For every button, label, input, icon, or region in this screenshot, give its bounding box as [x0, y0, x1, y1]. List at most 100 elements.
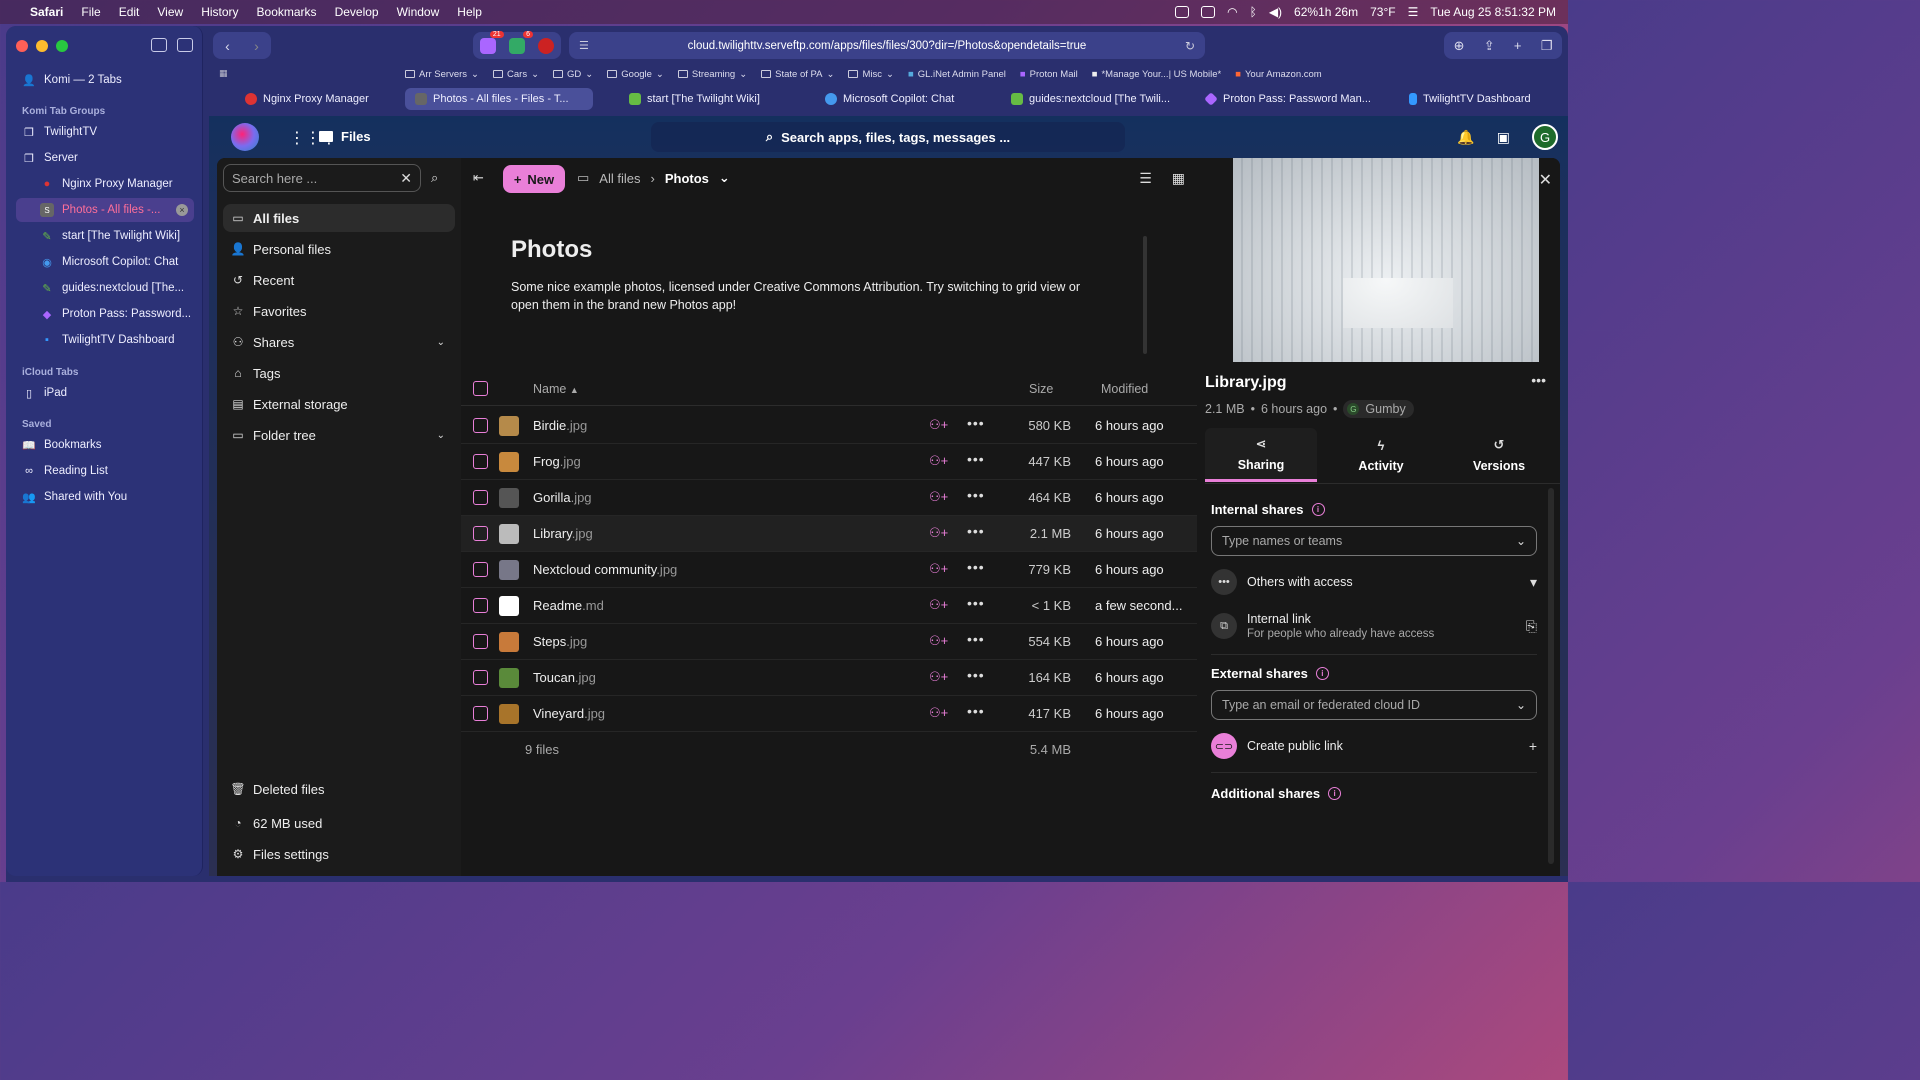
nextcloud-logo[interactable]	[231, 123, 259, 151]
file-name[interactable]: Frog.jpg	[533, 454, 581, 469]
battery-status[interactable]: 62%1h 26m	[1294, 5, 1358, 19]
favorite-glinet[interactable]: ■ GL.iNet Admin Panel	[908, 69, 1006, 80]
sidebar-tab-guides[interactable]: ✎ guides:nextcloud [The...	[16, 276, 194, 300]
create-public-link[interactable]: ⊂⊃ Create public link +	[1211, 730, 1537, 762]
reload-icon[interactable]: ↻	[1185, 39, 1195, 53]
menu-file[interactable]: File	[81, 5, 100, 19]
row-checkbox[interactable]	[473, 670, 488, 685]
tab-nginx[interactable]: Nginx Proxy Manager	[235, 88, 379, 110]
unified-search[interactable]: ⌕ Search apps, files, tags, messages ...	[651, 122, 1125, 152]
tab-sharing[interactable]: ⋖ Sharing	[1205, 428, 1317, 482]
favorite-gd[interactable]: GD ⌄	[553, 69, 593, 80]
menu-help[interactable]: Help	[457, 5, 482, 19]
share-icon[interactable]: ⚇+	[929, 453, 948, 469]
info-icon[interactable]: i	[1328, 787, 1342, 800]
chevron-down-icon[interactable]: ⌄	[437, 337, 445, 348]
share-icon[interactable]: ⚇+	[929, 525, 948, 541]
table-row[interactable]: Steps.jpg ⚇+ ••• 554 KB 6 hours ago	[461, 624, 1197, 660]
grid-view-icon[interactable]: ▦	[1172, 170, 1185, 187]
tab-overview-icon[interactable]	[151, 38, 167, 52]
tab-wiki[interactable]: start [The Twilight Wiki]	[619, 88, 770, 110]
sidebar-tab-nginx[interactable]: ● Nginx Proxy Manager	[16, 172, 194, 196]
favorite-amazon[interactable]: ■ Your Amazon.com	[1235, 69, 1322, 80]
share-icon[interactable]: ⚇+	[929, 561, 948, 577]
table-row[interactable]: Readme.md ⚇+ ••• < 1 KB a few second...	[461, 588, 1197, 624]
tab-overview-icon[interactable]: ❐	[1541, 38, 1553, 54]
chevron-down-icon[interactable]: ⌄	[437, 430, 445, 441]
share-icon[interactable]: ⚇+	[929, 417, 948, 433]
table-row[interactable]: Library.jpg ⚇+ ••• 2.1 MB 6 hours ago	[461, 516, 1197, 552]
row-checkbox[interactable]	[473, 706, 488, 721]
details-scrollbar[interactable]	[1548, 488, 1554, 864]
file-name[interactable]: Gorilla.jpg	[533, 490, 592, 505]
blocker-extension-icon[interactable]	[538, 37, 555, 54]
table-row[interactable]: Vineyard.jpg ⚇+ ••• 417 KB 6 hours ago	[461, 696, 1197, 732]
tab-group-server[interactable]: ❐ Server	[16, 146, 194, 170]
sidebar-tab-dashboard[interactable]: ▪ TwilightTV Dashboard	[16, 328, 194, 352]
file-name[interactable]: Steps.jpg	[533, 634, 587, 649]
tab-guides[interactable]: guides:nextcloud [The Twili...	[1001, 88, 1180, 110]
nav-shares[interactable]: ⚇ Shares ⌄	[223, 328, 455, 356]
files-search-input[interactable]: Search here ... ✕	[223, 164, 421, 192]
saved-shared-with-you[interactable]: 👥 Shared with You	[16, 485, 194, 509]
clear-search-icon[interactable]: ✕	[400, 170, 412, 187]
menu-develop[interactable]: Develop	[335, 5, 379, 19]
table-row[interactable]: Frog.jpg ⚇+ ••• 447 KB 6 hours ago	[461, 444, 1197, 480]
column-modified[interactable]: Modified	[1101, 382, 1148, 396]
more-actions-icon[interactable]: •••	[967, 487, 985, 503]
file-name[interactable]: Toucan.jpg	[533, 670, 596, 685]
clipboard-extension-icon[interactable]: 6	[508, 30, 533, 54]
favorite-streaming[interactable]: Streaming ⌄	[677, 69, 747, 80]
sidebar-tab-proton[interactable]: ◆ Proton Pass: Password...	[16, 302, 194, 326]
back-icon[interactable]: ‹	[225, 38, 230, 54]
more-actions-icon[interactable]: •••	[967, 703, 985, 719]
weather-status[interactable]: 73°F	[1370, 5, 1395, 19]
table-row[interactable]: Gorilla.jpg ⚇+ ••• 464 KB 6 hours ago	[461, 480, 1197, 516]
clipboard-icon[interactable]	[1201, 6, 1216, 18]
tab-proton-pass[interactable]: Proton Pass: Password Man...	[1195, 88, 1381, 110]
saved-bookmarks[interactable]: 📖 Bookmarks	[16, 433, 194, 457]
share-icon[interactable]: ⚇+	[929, 669, 948, 685]
nav-recent[interactable]: ↺ Recent	[223, 266, 455, 294]
column-size[interactable]: Size	[1029, 382, 1053, 396]
more-actions-icon[interactable]: •••	[1531, 372, 1546, 388]
favorite-us-mobile[interactable]: ■ *Manage Your...| US Mobile*	[1092, 69, 1221, 80]
search-icon[interactable]: ⌕	[431, 170, 438, 186]
zoom-window-button[interactable]	[56, 40, 68, 52]
file-name[interactable]: Nextcloud community.jpg	[533, 562, 677, 577]
share-icon[interactable]: ⚇+	[929, 633, 948, 649]
more-actions-icon[interactable]: •••	[967, 523, 985, 539]
more-actions-icon[interactable]: •••	[967, 559, 985, 575]
file-name[interactable]: Readme.md	[533, 598, 604, 613]
nav-tags[interactable]: ⌂ Tags	[223, 359, 455, 387]
nav-external-storage[interactable]: ▤ External storage	[223, 390, 455, 418]
tab-group-twilighttv[interactable]: ❐ TwilightTV	[16, 120, 194, 144]
file-name[interactable]: Library.jpg	[533, 526, 593, 541]
file-name[interactable]: Vineyard.jpg	[533, 706, 605, 721]
menu-edit[interactable]: Edit	[119, 5, 140, 19]
nav-personal-files[interactable]: 👤 Personal files	[223, 235, 455, 263]
nav-deleted-files[interactable]: 🗑 Deleted files	[223, 775, 455, 803]
clock[interactable]: Tue Aug 25 8:51:32 PM	[1430, 5, 1556, 19]
external-share-input[interactable]: Type an email or federated cloud ID ⌄	[1211, 690, 1537, 720]
icloud-ipad[interactable]: ▯ iPad	[16, 381, 194, 405]
nav-folder-tree[interactable]: ▭ Folder tree ⌄	[223, 421, 455, 449]
control-center-icon[interactable]: ☰	[1408, 5, 1419, 19]
favorite-state-of-pa[interactable]: State of PA ⌄	[761, 69, 834, 80]
row-checkbox[interactable]	[473, 562, 488, 577]
row-checkbox[interactable]	[473, 454, 488, 469]
saved-reading-list[interactable]: ∞ Reading List	[16, 459, 194, 483]
close-tab-icon[interactable]: ×	[176, 204, 188, 216]
file-name[interactable]: Birdie.jpg	[533, 418, 587, 433]
menu-history[interactable]: History	[201, 5, 238, 19]
profile-item[interactable]: 👤 Komi — 2 Tabs	[16, 68, 194, 92]
favorite-misc[interactable]: Misc ⌄	[848, 69, 894, 80]
nav-favorites[interactable]: ☆ Favorites	[223, 297, 455, 325]
sidebar-tab-wiki[interactable]: ✎ start [The Twilight Wiki]	[16, 224, 194, 248]
proton-pass-extension-icon[interactable]: 21	[479, 30, 504, 54]
chevron-down-icon[interactable]: ⌄	[719, 170, 730, 186]
more-actions-icon[interactable]: •••	[967, 595, 985, 611]
row-checkbox[interactable]	[473, 490, 488, 505]
nav-files-settings[interactable]: ⚙ Files settings	[223, 840, 455, 868]
sidebar-toggle-icon[interactable]	[177, 38, 193, 52]
